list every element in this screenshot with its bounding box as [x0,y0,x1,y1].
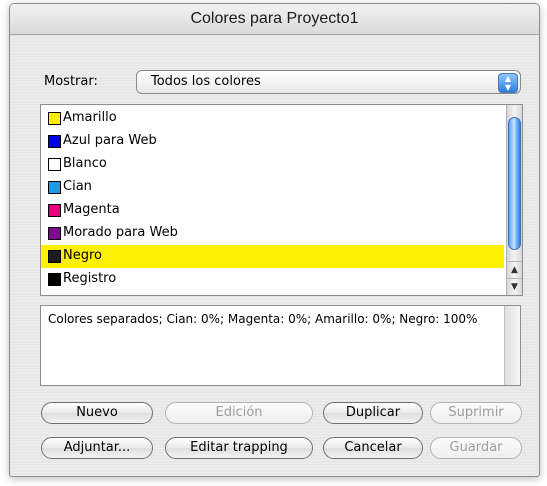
color-swatch-icon [48,112,61,125]
cancel-button[interactable]: Cancelar [323,437,423,459]
description-scrollbar[interactable] [504,306,520,385]
color-list[interactable]: Amarillo Azul para Web Blanco Cian Magenta Mo… [40,104,523,296]
edit-button[interactable]: Edición [165,402,313,424]
color-list-item[interactable]: Amarillo [41,107,504,130]
color-name: Cian [63,179,92,194]
color-name: Azul para Web [63,133,157,148]
window-title: Colores para Proyecto1 [190,10,359,27]
popup-arrows-icon: ▲ ▼ [498,73,518,93]
color-swatch-icon [48,158,61,171]
append-button[interactable]: Adjuntar... [41,437,153,459]
color-name: Morado para Web [63,225,178,240]
color-list-item[interactable]: Morado para Web [41,222,504,245]
color-name: Blanco [63,156,107,171]
title-bar[interactable]: Colores para Proyecto1 [10,4,539,35]
duplicate-button[interactable]: Duplicar [323,402,423,424]
edit-trapping-button[interactable]: Editar trapping [165,437,313,459]
show-label: Mostrar: [44,74,98,89]
scroll-up-arrow-icon[interactable]: ▲ [507,261,522,279]
delete-button[interactable]: Suprimir [430,402,522,424]
color-name: Magenta [63,202,120,217]
show-popup[interactable]: Todos los colores ▲ ▼ [136,70,521,94]
color-list-item[interactable]: Magenta [41,199,504,222]
scroll-thumb[interactable] [508,117,521,250]
color-name: Amarillo [63,110,117,125]
color-swatch-icon [48,227,61,240]
color-swatch-icon [48,273,61,286]
color-swatch-icon [48,250,61,263]
show-popup-value: Todos los colores [151,74,261,89]
color-swatch-icon [48,204,61,217]
color-name: Registro [63,271,117,286]
color-name: Negro [63,248,102,263]
new-button[interactable]: Nuevo [41,402,153,424]
colors-dialog: Colores para Proyecto1 Mostrar: Todos lo… [9,3,540,477]
color-description: Colores separados; Cian: 0%; Magenta: 0%… [48,312,478,326]
save-button[interactable]: Guardar [430,437,522,459]
color-list-item[interactable]: Cian [41,176,504,199]
color-swatch-icon [48,181,61,194]
color-list-item[interactable]: Negro [41,245,504,268]
color-list-item[interactable]: Blanco [41,153,504,176]
color-list-item[interactable]: Registro [41,268,504,291]
color-list-rows: Amarillo Azul para Web Blanco Cian Magenta Mo… [41,107,504,291]
color-swatch-icon [48,135,61,148]
list-scrollbar[interactable]: ▲ ▼ [506,105,522,295]
color-description-box: Colores separados; Cian: 0%; Magenta: 0%… [40,305,521,386]
color-list-item[interactable]: Azul para Web [41,130,504,153]
scroll-down-arrow-icon[interactable]: ▼ [507,278,522,295]
